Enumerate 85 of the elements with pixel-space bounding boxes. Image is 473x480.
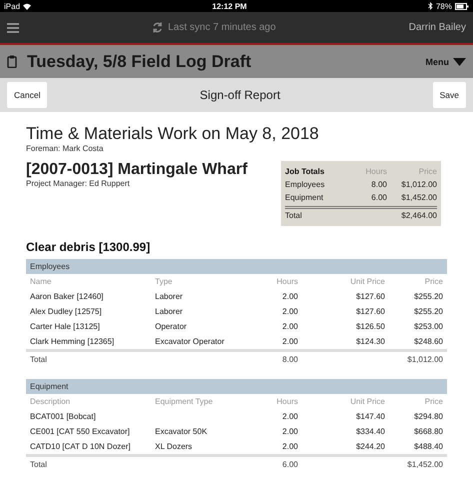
wifi-icon [23,2,32,10]
table-cell-text: $255.20 [413,307,443,316]
table-cell-text: 2.00 [281,322,298,331]
table-cell-text: CE001 [CAT 550 Excavator] [30,427,131,436]
sync-status: Last sync 7 minutes ago [168,22,276,33]
table-cell-text: $2,464.00 [400,211,437,220]
table-cell-text: 2.00 [281,337,298,346]
foreman-label: Foreman: Mark Costa [26,144,104,153]
table-cell-text: Laborer [155,307,184,316]
clock: 12:12 PM [211,2,248,10]
menu-icon[interactable] [7,22,19,32]
page-title: Tuesday, 5/8 Field Log Draft [27,52,252,72]
column-header: Job Totals [285,167,326,176]
table-cell-text: $255.20 [413,292,443,301]
table-cell-text: $1,012.00 [406,355,443,364]
table-cell-text: Excavator Operator [155,337,226,346]
table-cell-text: Carter Hale [13125] [30,322,101,331]
table-cell-text: Alex Dudley [12575] [30,307,103,316]
table-cell-text: Operator [155,322,188,331]
table-cell-text: $248.60 [413,337,443,346]
column-header: Description [30,397,72,406]
battery-icon [455,2,469,10]
table-cell-text: $1,452.00 [406,460,443,469]
clipboard-icon [7,55,17,68]
task-title: Clear debris [1300.99] [26,240,152,254]
table-cell-text: Laborer [155,292,184,301]
column-header: Price [424,397,443,406]
table-cell-text: 2.00 [281,307,298,316]
table-cell-text: $244.20 [355,442,385,451]
column-header: Price [424,277,443,286]
menu-dropdown[interactable]: Menu [426,56,466,66]
column-header: Unit Price [349,397,385,406]
table-cell-text: 8.00 [281,355,298,364]
device-name: iPad [4,2,20,10]
column-header: Hours [276,277,298,286]
table-cell-text: $294.80 [413,412,443,421]
table-cell-text: Clark Hemming [12365] [30,337,116,346]
column-header: Equipment Type [155,397,214,406]
table-cell-text: Aaron Baker [12460] [30,292,104,301]
project-title: [2007-0013] Martingale Wharf [26,161,248,179]
table-cell-text: $1,012.00 [400,180,437,189]
table-cell-text: Total [30,460,48,469]
column-header: Hours [364,167,387,176]
table-cell-text: $147.40 [355,412,385,421]
table-cell-text: $126.50 [355,322,385,331]
report-title: Time & Materials Work on May 8, 2018 [26,124,320,144]
section-header: Equipment [26,379,447,394]
table-cell-text: Employees [285,180,326,189]
section-header: Employees [26,259,447,274]
table-cell-text: 2.00 [281,442,298,451]
table-cell-text: Excavator 50K [155,427,208,436]
table-cell-text: $127.60 [355,307,385,316]
nav-title: Sign-off Report [198,88,282,102]
table-cell-text: Total [285,211,303,220]
table-cell-text: $127.60 [355,292,385,301]
table-cell-text: $1,452.00 [400,193,437,202]
table-cell-text: $124.30 [355,337,385,346]
table-cell-text: $668.80 [413,427,443,436]
cancel-button[interactable]: Cancel [7,82,48,108]
battery-percent: 78% [436,2,452,10]
table-cell-text: BCAT001 [Bobcat] [30,412,97,421]
table-cell-text: 2.00 [281,292,298,301]
bluetooth-icon [428,2,433,10]
table-cell-text: 2.00 [281,412,298,421]
column-header: Name [30,277,52,286]
column-header: Hours [276,397,298,406]
table-cell-text: Total [30,355,48,364]
table-cell-text: CATD10 [CAT D 10N Dozer] [30,442,132,451]
column-header: Price [418,167,437,176]
caret-icon [453,58,466,66]
table-cell-text: 8.00 [370,180,387,189]
save-button[interactable]: Save [432,82,466,108]
table-cell-text: 2.00 [281,427,298,436]
table-cell-text: $334.40 [355,427,385,436]
table-cell-text: $488.40 [413,442,443,451]
table-cell-text: Equipment [285,193,324,202]
table-cell-text: 6.00 [281,460,298,469]
sync-icon [152,22,163,33]
table-cell-text: 6.00 [370,193,387,202]
table-cell-text: XL Dozers [155,442,194,451]
column-header: Unit Price [349,277,385,286]
user-name[interactable]: Darrin Bailey [408,22,466,33]
table-cell-text: $253.00 [413,322,443,331]
column-header: Type [155,277,174,286]
manager-label: Project Manager: Ed Ruppert [26,179,131,188]
